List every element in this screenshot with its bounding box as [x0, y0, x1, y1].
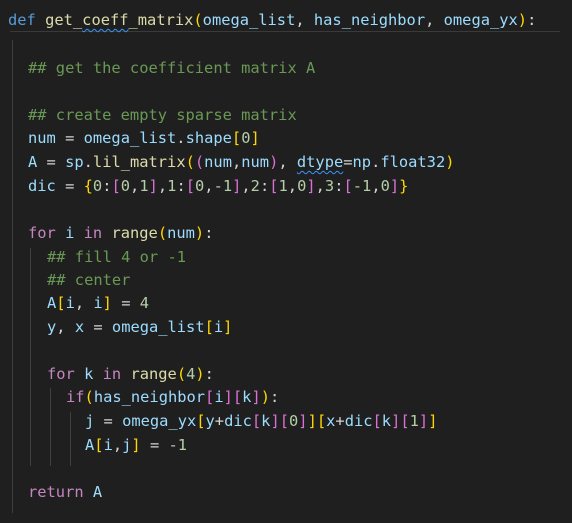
- comment: ## center: [47, 271, 131, 289]
- code-line-yx-assign[interactable]: y, x = omega_list[i]: [47, 316, 232, 339]
- comment: ## create empty sparse matrix: [28, 106, 297, 124]
- attribute-float32: float32: [380, 153, 446, 171]
- param-has-neighbor: has_neighbor: [313, 11, 426, 29]
- keyword-return: return: [28, 483, 84, 501]
- function-lil-matrix: lil_matrix: [92, 153, 186, 171]
- indent-guide-for-i-body: [30, 248, 31, 466]
- comment: ## fill 4 or -1: [47, 248, 186, 266]
- param-omega-yx: omega_yx: [443, 11, 518, 29]
- module-np: np: [352, 153, 372, 171]
- keyword-in: in: [83, 224, 103, 242]
- code-line-return[interactable]: return A: [28, 481, 102, 504]
- code-editor[interactable]: def get_coeff_matrix(omega_list, has_nei…: [0, 0, 572, 523]
- code-line-if[interactable]: if(has_neighbor[i][k]):: [66, 386, 279, 409]
- code-line-j-assign[interactable]: j = omega_yx[y+dic[k][0]][x+dic[k][1]]: [85, 410, 437, 433]
- keyword-if: if: [66, 388, 85, 406]
- function-range: range: [111, 224, 158, 242]
- bracket: ): [445, 153, 455, 171]
- comment: ## get the coefficient matrix A: [28, 59, 316, 77]
- keyword-def: def: [8, 11, 36, 29]
- bracket: (: [193, 11, 203, 29]
- module-sp: sp: [65, 153, 84, 171]
- code-line-comment[interactable]: ## center: [47, 269, 130, 292]
- code-line-comment[interactable]: ## create empty sparse matrix: [28, 104, 297, 127]
- code-line-def[interactable]: def get_coeff_matrix(omega_list, has_nei…: [8, 9, 536, 32]
- code-line-for-i[interactable]: for i in range(num):: [28, 222, 213, 245]
- variable-num: num: [204, 153, 232, 171]
- bracket: (: [185, 153, 195, 171]
- param-omega-list: omega_list: [202, 11, 296, 29]
- code-line-comment[interactable]: ## get the coefficient matrix A: [28, 57, 315, 80]
- function-name-part: _matrix: [128, 11, 194, 29]
- code-line-for-k[interactable]: for k in range(4):: [47, 363, 214, 386]
- code-line-comment[interactable]: ## fill 4 or -1: [47, 246, 186, 269]
- bracket: [: [231, 129, 242, 147]
- bracket: (: [194, 153, 205, 171]
- keyword-for: for: [28, 224, 56, 242]
- bracket: }: [399, 177, 409, 195]
- indent-guide-for-k-body: [50, 388, 51, 466]
- bracket: ): [517, 11, 528, 29]
- code-line-A-center[interactable]: A[i, i] = 4: [47, 292, 149, 315]
- indent-guide-if-body: [70, 412, 71, 466]
- attribute-shape: shape: [185, 129, 232, 147]
- variable-dic: dic: [28, 177, 56, 195]
- variable-A: A: [28, 153, 38, 171]
- code-line-num-assign[interactable]: num = omega_list.shape[0]: [28, 127, 260, 150]
- variable-num: num: [241, 153, 270, 171]
- bracket: {: [83, 177, 93, 195]
- variable-omega-list: omega_list: [83, 129, 177, 147]
- function-name-part: get_: [45, 11, 83, 29]
- bracket: ]: [250, 129, 260, 147]
- function-name-spellcheck-part: coeff: [82, 11, 129, 29]
- indent-guide-function-body: [12, 40, 13, 513]
- variable-num: num: [28, 129, 56, 147]
- code-line-A-neighbor[interactable]: A[i,j] = -1: [85, 434, 187, 457]
- code-line-A-assign[interactable]: A = sp.lil_matrix((num,num), dtype=np.fl…: [28, 151, 455, 174]
- variable-i: i: [65, 224, 75, 242]
- keyword-arg-dtype: dtype: [296, 153, 344, 171]
- bracket: ): [269, 153, 279, 171]
- code-line-dic-assign[interactable]: dic = {0:[0,1],1:[0,-1],2:[1,0],3:[-1,0]…: [28, 175, 408, 198]
